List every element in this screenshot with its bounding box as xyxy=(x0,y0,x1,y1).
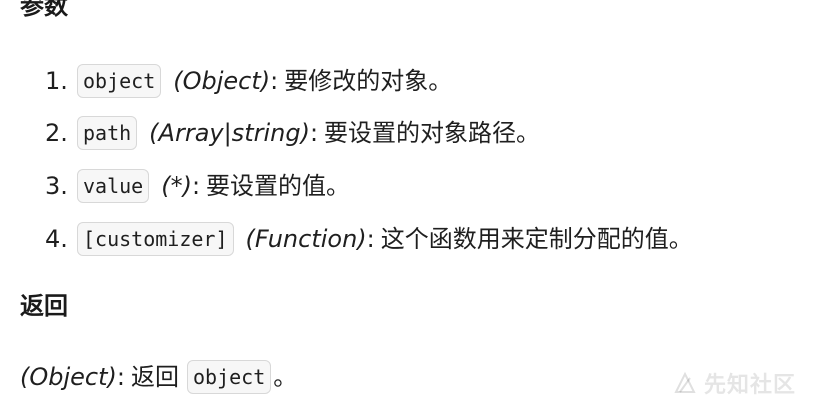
param-type: (Object) xyxy=(173,67,271,95)
param-description: 要设置的对象路径。 xyxy=(324,119,541,147)
params-list: 1. object (Object): 要修改的对象。 2. path (Arr… xyxy=(0,0,832,290)
returns-type: (Object) xyxy=(20,363,117,391)
param-item-customizer: 4. [customizer] (Function): 这个函数用来定制分配的值… xyxy=(45,222,693,256)
watermark-logo-icon xyxy=(674,371,696,393)
param-code-value: value xyxy=(77,169,150,203)
returns-colon: : xyxy=(116,363,125,391)
param-colon: : xyxy=(309,119,319,147)
param-type: (Array|string) xyxy=(149,119,310,147)
returns-code-object: object xyxy=(186,360,272,394)
watermark-text: 先知社区 xyxy=(703,373,796,398)
returns-heading: 返回 xyxy=(20,292,68,320)
returns-description: 返回 xyxy=(130,363,179,391)
param-type: (*) xyxy=(161,172,192,200)
param-number: 4. xyxy=(45,225,68,253)
param-colon: : xyxy=(270,67,279,95)
param-colon: : xyxy=(191,172,201,200)
returns-end-punctuation: 。 xyxy=(273,363,298,391)
param-type: (Function) xyxy=(245,225,367,253)
param-code-object: object xyxy=(77,64,162,98)
param-item-path: 2. path (Array|string): 要设置的对象路径。 xyxy=(45,116,540,150)
param-description: 要修改的对象。 xyxy=(284,67,453,95)
param-number: 3. xyxy=(45,172,68,200)
param-number: 1. xyxy=(45,67,68,95)
param-item-value: 3. value (*): 要设置的值。 xyxy=(45,169,350,203)
watermark: 先知社区 xyxy=(672,367,796,399)
param-colon: : xyxy=(366,225,375,253)
param-code-path: path xyxy=(77,116,138,150)
returns-line: (Object): 返回 object 。 xyxy=(20,360,297,394)
param-item-object: 1. object (Object): 要修改的对象。 xyxy=(45,64,452,98)
param-number: 2. xyxy=(45,119,68,147)
param-description: 要设置的值。 xyxy=(206,172,351,200)
param-description: 这个函数用来定制分配的值。 xyxy=(380,225,693,253)
param-code-customizer: [customizer] xyxy=(77,222,234,256)
